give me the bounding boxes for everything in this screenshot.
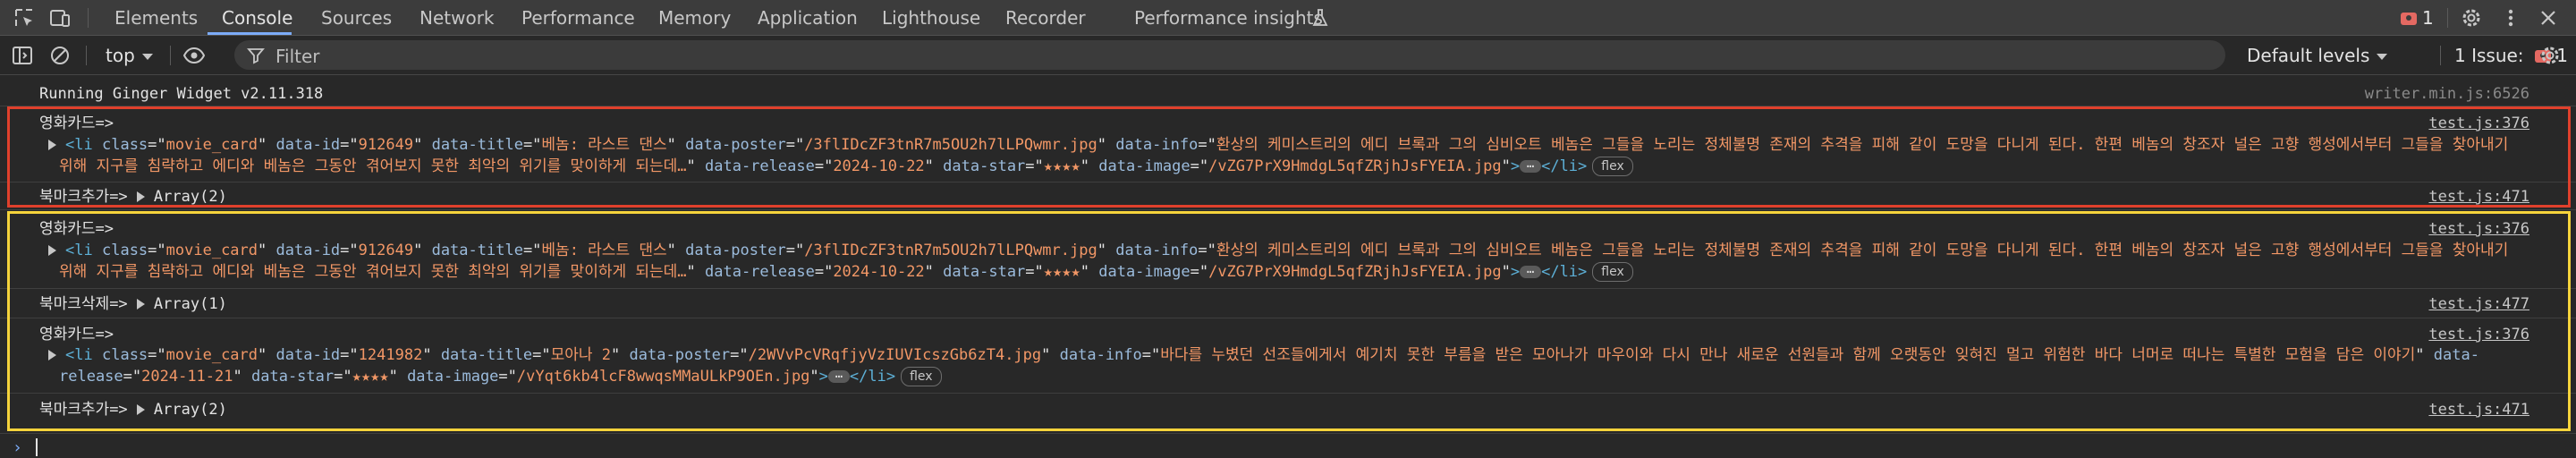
- active-tab-indicator: [208, 32, 292, 35]
- data-info-part2: 위해 지구를 침략하고 에디와 베놈은 그동안 겪어보지 못한 최악의 위기를 …: [59, 263, 687, 281]
- expand-triangle-icon[interactable]: [136, 299, 145, 310]
- log-label: 북마크삭제=>: [39, 295, 128, 313]
- tab-performance-insights[interactable]: Performance insights: [1134, 0, 1323, 35]
- flex-badge[interactable]: flex: [1592, 262, 1633, 282]
- flex-badge[interactable]: flex: [901, 367, 942, 386]
- element-node-continued: 위해 지구를 침략하고 에디와 베놈은 그동안 겪어보지 못한 최악의 위기를 …: [59, 157, 1633, 176]
- source-link[interactable]: test.js:376: [2428, 325, 2529, 344]
- tab-elements[interactable]: Elements: [114, 0, 198, 35]
- tab-performance[interactable]: Performance: [521, 0, 635, 35]
- tab-network[interactable]: Network: [419, 0, 495, 35]
- context-value: top: [106, 45, 135, 66]
- issue-flag-icon: [2401, 13, 2417, 25]
- log-array[interactable]: 북마크추가=> Array(2): [39, 187, 227, 207]
- log-levels-label: Default levels: [2247, 45, 2370, 66]
- ellipsis-button[interactable]: …: [1520, 263, 1542, 278]
- eye-icon[interactable]: [182, 44, 206, 67]
- devtools-tab-bar: Elements Console Sources Network Perform…: [0, 0, 2576, 36]
- element-node[interactable]: <li class="movie_card" data-id="1241982"…: [48, 345, 2479, 365]
- divider: [0, 209, 2576, 210]
- tab-application[interactable]: Application: [758, 0, 858, 35]
- log-levels-dropdown[interactable]: Default levels: [2247, 36, 2388, 74]
- device-toolbar-icon[interactable]: [48, 6, 72, 30]
- log-label: 북마크추가=>: [39, 401, 128, 419]
- divider: [170, 46, 171, 65]
- log-array[interactable]: 북마크삭제=> Array(1): [39, 294, 227, 314]
- divider: [88, 8, 89, 28]
- tab-console[interactable]: Console: [222, 0, 292, 35]
- array-preview: Array(2): [153, 401, 227, 419]
- context-select[interactable]: top: [106, 36, 153, 74]
- element-node[interactable]: <li class="movie_card" data-id="912649" …: [48, 241, 2508, 260]
- sidebar-icon[interactable]: [11, 44, 34, 67]
- array-preview: Array(2): [153, 188, 227, 206]
- filter-box[interactable]: [234, 40, 2225, 72]
- log-label: 북마크추가=>: [39, 188, 128, 206]
- source-link[interactable]: test.js:471: [2428, 187, 2529, 207]
- console-prompt-chevron: ›: [13, 438, 22, 457]
- divider: [86, 46, 87, 65]
- expand-triangle-icon[interactable]: [136, 404, 145, 415]
- more-icon[interactable]: [2499, 6, 2522, 30]
- source-link[interactable]: writer.min.js:6526: [2365, 84, 2529, 104]
- data-info-part1: 환상의 케미스트리의 에디 브록과 그의 심비오트 베놈은 그들을 노리는 정체…: [1216, 136, 2509, 154]
- ellipsis-button[interactable]: …: [1520, 157, 1542, 173]
- array-preview: Array(1): [153, 295, 227, 313]
- source-link[interactable]: test.js:376: [2428, 114, 2529, 133]
- tab-sources[interactable]: Sources: [321, 0, 392, 35]
- log-array[interactable]: 북마크추가=> Array(2): [39, 400, 227, 420]
- data-info-part2: 위해 지구를 침략하고 에디와 베놈은 그동안 겪어보지 못한 최악의 위기를 …: [59, 157, 687, 175]
- console-input-cursor[interactable]: [36, 438, 38, 456]
- tab-memory[interactable]: Memory: [658, 0, 731, 35]
- issues-count: 1: [2422, 7, 2434, 29]
- divider: [2440, 46, 2441, 65]
- flex-badge[interactable]: flex: [1592, 157, 1633, 176]
- attr-name-wrapped: data-: [2433, 346, 2479, 364]
- log-label: 영화카드=>: [39, 220, 114, 238]
- filter-input[interactable]: [274, 40, 2156, 72]
- inspect-icon[interactable]: [13, 6, 36, 30]
- chevron-down-icon: [141, 54, 153, 60]
- element-node-continued: 위해 지구를 침략하고 에디와 베놈은 그동안 겪어보지 못한 최악의 위기를 …: [59, 262, 1633, 282]
- expand-triangle-icon[interactable]: [48, 140, 56, 150]
- source-link[interactable]: test.js:376: [2428, 219, 2529, 239]
- close-icon[interactable]: [2537, 6, 2560, 30]
- issues-label: 1 Issue:: [2454, 45, 2524, 66]
- flask-icon: [1312, 9, 1328, 26]
- divider: [0, 433, 2576, 434]
- clear-icon[interactable]: [48, 44, 72, 67]
- settings-icon[interactable]: [2538, 44, 2562, 67]
- filter-icon: [247, 48, 265, 64]
- data-info-part1: 환상의 케미스트리의 에디 브록과 그의 심비오트 베놈은 그들을 노리는 정체…: [1216, 242, 2509, 259]
- tab-lighthouse[interactable]: Lighthouse: [882, 0, 980, 35]
- divider: [2447, 8, 2448, 28]
- console-toolbar: top Default levels 1 Issue: 1: [0, 36, 2576, 75]
- source-link[interactable]: test.js:477: [2428, 294, 2529, 314]
- expand-triangle-icon[interactable]: [136, 191, 145, 202]
- divider: [0, 393, 2576, 394]
- element-node[interactable]: <li class="movie_card" data-id="912649" …: [48, 135, 2508, 155]
- chevron-down-icon: [2377, 54, 2388, 60]
- source-link[interactable]: test.js:471: [2428, 400, 2529, 420]
- gear-icon[interactable]: [2460, 6, 2483, 30]
- expand-triangle-icon[interactable]: [48, 350, 56, 360]
- expand-triangle-icon[interactable]: [48, 245, 56, 256]
- log-label: 영화카드=>: [39, 114, 114, 132]
- element-node-continued: release="2024-11-21" data-star="★★★★" da…: [59, 367, 942, 386]
- log-message: Running Ginger Widget v2.11.318: [39, 85, 324, 103]
- ellipsis-button[interactable]: …: [827, 368, 850, 383]
- divider: [0, 288, 2576, 289]
- log-label: 영화카드=>: [39, 326, 114, 344]
- tab-recorder[interactable]: Recorder: [1005, 0, 1086, 35]
